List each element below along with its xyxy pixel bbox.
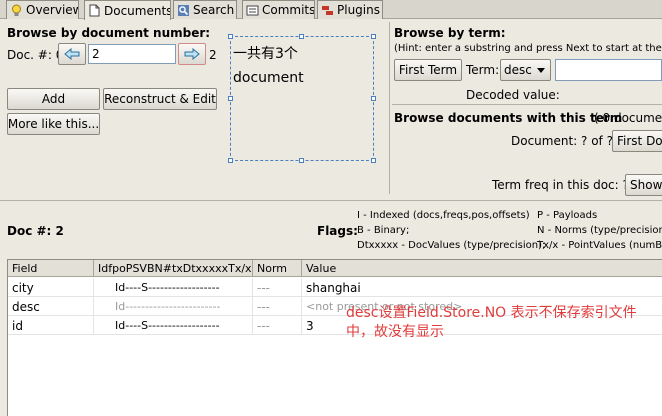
cell-norm: --- <box>253 297 302 316</box>
resize-handle <box>371 158 376 163</box>
cell-flags: Id------------------------ <box>94 297 253 316</box>
column-header-flags[interactable]: IdfpoPSVBN#txDtxxxxxTx/x <box>94 260 253 277</box>
table-row[interactable]: city Id----S------------------ --- shang… <box>8 278 662 297</box>
flag-legend-docvalues: Dtxxxxx - DocValues (type/precision); <box>357 240 546 251</box>
resize-handle <box>228 34 233 39</box>
search-icon <box>178 4 189 16</box>
cell-flags: Id----S------------------ <box>94 278 253 297</box>
tab-label: Plugins <box>337 3 380 17</box>
tab-label: Search <box>193 3 235 17</box>
term-field-value: desc <box>504 63 532 77</box>
plugins-icon <box>322 5 333 15</box>
cell-value: shanghai <box>306 280 361 295</box>
resize-handle <box>371 96 376 101</box>
resize-handle <box>228 158 233 163</box>
tab-overview[interactable]: Overview <box>6 0 79 19</box>
tab-documents[interactable]: Documents <box>84 0 171 20</box>
commits-icon <box>246 5 259 15</box>
section-divider <box>392 104 662 105</box>
callout-text-1: 一共有3个 <box>233 46 298 62</box>
doc-number-input[interactable]: 2 <box>88 44 176 64</box>
callout-box: 一共有3个 document <box>230 36 374 161</box>
more-like-this-button[interactable]: More like this... <box>7 113 100 135</box>
flag-legend-payloads: P - Payloads <box>537 210 598 221</box>
term-field-select[interactable]: desc <box>500 59 551 81</box>
show-button[interactable]: Show <box>625 174 662 196</box>
column-header-value[interactable]: Value <box>302 260 662 277</box>
tab-bar: Overview Documents Search Commits Plugin… <box>0 0 662 20</box>
next-doc-button[interactable] <box>178 43 206 65</box>
first-doc-button[interactable]: First Doc <box>612 130 662 152</box>
annotation-note: desc设置Field.Store.NO 表示不保存索引文件 中，故没有显示 <box>346 304 662 342</box>
prev-doc-button[interactable] <box>58 43 86 65</box>
flag-legend-pointvalues: Tx/x - PointValues (numBy <box>537 240 662 251</box>
resize-handle <box>228 96 233 101</box>
term-label: Term: <box>466 63 500 77</box>
cell-field: id <box>8 316 94 335</box>
browse-number-title: Browse by document number: <box>7 26 211 40</box>
term-doc-count: ( 0 documer <box>594 111 662 125</box>
doc-number-heading: Doc #: 2 <box>7 224 64 238</box>
flag-legend-norms: N - Norms (type/precision); <box>537 225 662 236</box>
chevron-down-icon <box>537 68 545 73</box>
add-button[interactable]: Add <box>7 88 100 110</box>
doc-number-label: Doc. #: 0 <box>7 48 64 62</box>
flag-legend-indexed: I - Indexed (docs,freqs,pos,offsets) <box>357 210 530 221</box>
first-term-button[interactable]: First Term <box>394 59 462 81</box>
resize-handle <box>299 158 304 163</box>
table-header: Field IdfpoPSVBN#txDtxxxxxTx/x Norm Valu… <box>8 260 662 277</box>
tab-plugins[interactable]: Plugins <box>317 0 383 19</box>
tab-label: Commits <box>262 3 315 17</box>
annotation-line-1: desc设置Field.Store.NO 表示不保存索引文件 <box>346 305 637 321</box>
term-freq-label: Term freq in this doc: ? <box>492 178 629 192</box>
document-icon <box>89 4 100 17</box>
resize-handle <box>371 34 376 39</box>
annotation-line-2: 中，故没有显示 <box>346 324 444 340</box>
flag-legend-binary: B - Binary; <box>357 225 410 236</box>
panel-divider <box>389 22 390 194</box>
browse-docs-title: Browse documents with this term <box>394 111 623 125</box>
browse-term-title: Browse by term: <box>394 26 506 40</box>
browse-term-hint: (Hint: enter a substring and press Next … <box>394 43 662 54</box>
column-header-norm[interactable]: Norm <box>253 260 302 277</box>
cell-flags: Id----S------------------ <box>94 316 253 335</box>
column-header-field[interactable]: Field <box>8 260 94 277</box>
cell-norm: --- <box>253 316 302 335</box>
tab-commits[interactable]: Commits <box>242 0 315 19</box>
resize-handle <box>299 34 304 39</box>
arrow-right-icon <box>184 48 200 60</box>
tab-label: Overview <box>26 3 79 17</box>
doc-max-label: 2 <box>209 48 217 62</box>
term-input[interactable] <box>555 59 662 81</box>
cell-field: city <box>8 278 94 297</box>
tab-search[interactable]: Search <box>173 0 237 19</box>
reconstruct-edit-button[interactable]: Reconstruct & Edit <box>103 88 217 110</box>
flags-label: Flags: <box>317 224 358 238</box>
cell-field: desc <box>8 297 94 316</box>
document-position-label: Document: ? of ? <box>511 134 613 148</box>
tab-label: Documents <box>104 3 171 18</box>
callout-text-2: document <box>233 70 304 86</box>
lightbulb-icon <box>12 4 21 16</box>
arrow-left-icon <box>64 48 80 60</box>
decoded-value-label: Decoded value: <box>466 88 560 102</box>
cell-norm: --- <box>253 278 302 297</box>
section-divider <box>0 200 662 201</box>
